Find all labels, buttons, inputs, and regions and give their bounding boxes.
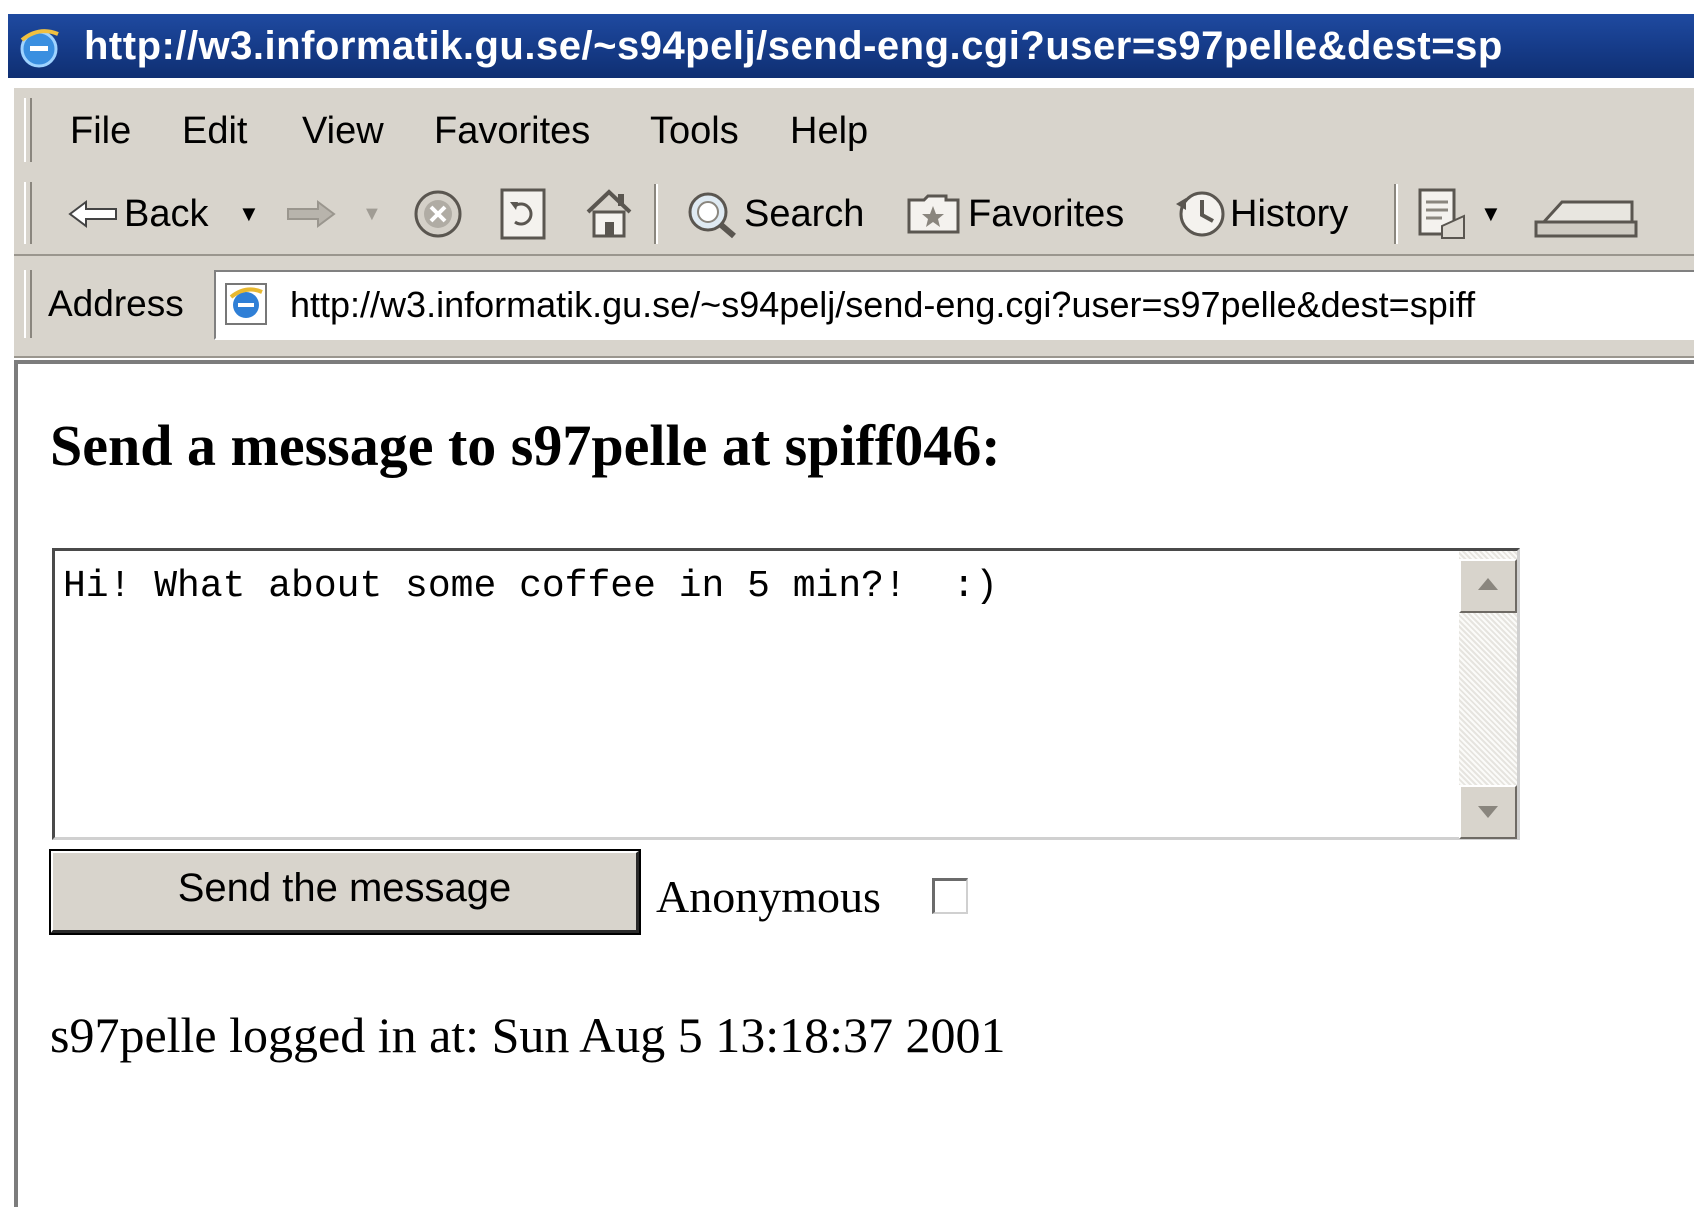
favorites-button[interactable]: Favorites bbox=[906, 174, 1146, 254]
history-label: History bbox=[1230, 193, 1349, 235]
message-scrollbar[interactable] bbox=[1459, 551, 1517, 839]
history-icon bbox=[1176, 191, 1225, 237]
scroll-up-arrow-icon bbox=[1478, 578, 1498, 590]
search-icon bbox=[688, 192, 736, 239]
message-textarea[interactable]: Hi! What about some coffee in 5 min?! :) bbox=[63, 565, 1433, 825]
internet-explorer-icon bbox=[20, 29, 59, 68]
window-title: http://w3.informatik.gu.se/~s94pelj/send… bbox=[84, 24, 1503, 68]
menu-help[interactable]: Help bbox=[790, 88, 868, 174]
menu-edit[interactable]: Edit bbox=[182, 88, 247, 174]
menu-file[interactable]: File bbox=[70, 88, 131, 174]
window-title-bar[interactable]: http://w3.informatik.gu.se/~s94pelj/send… bbox=[8, 14, 1694, 78]
page-heading: Send a message to s97pelle at spiff046: bbox=[50, 413, 1001, 478]
back-arrow-icon bbox=[68, 200, 117, 228]
address-label: Address bbox=[48, 283, 184, 324]
address-bar: Address http://w3.informatik.gu.se/~s94p… bbox=[14, 256, 1694, 358]
toolbar-separator bbox=[654, 184, 658, 244]
page-ie-icon bbox=[225, 283, 267, 325]
forward-button[interactable]: ▼ bbox=[284, 174, 394, 254]
forward-arrow-icon bbox=[287, 200, 336, 228]
menu-favorites[interactable]: Favorites bbox=[434, 88, 590, 174]
mail-dropdown-icon[interactable]: ▼ bbox=[1480, 174, 1502, 254]
back-button[interactable]: Back ▼ bbox=[68, 174, 268, 254]
scroll-down-arrow-icon bbox=[1478, 806, 1498, 818]
menu-tools[interactable]: Tools bbox=[650, 88, 739, 174]
refresh-icon[interactable] bbox=[498, 186, 548, 242]
favorites-folder-icon bbox=[907, 194, 960, 234]
standard-toolbar: Back ▼ ▼ Search Favorites History ▼ bbox=[14, 174, 1694, 256]
stop-icon[interactable] bbox=[410, 188, 466, 240]
history-button[interactable]: History bbox=[1172, 174, 1382, 254]
favorites-label: Favorites bbox=[968, 193, 1125, 235]
home-icon[interactable] bbox=[582, 184, 636, 242]
forward-dropdown-icon[interactable]: ▼ bbox=[362, 174, 382, 254]
login-status-text: s97pelle logged in at: Sun Aug 5 13:18:3… bbox=[50, 1007, 1006, 1063]
address-url: http://w3.informatik.gu.se/~s94pelj/send… bbox=[290, 284, 1476, 325]
address-input[interactable]: http://w3.informatik.gu.se/~s94pelj/send… bbox=[214, 270, 1694, 340]
search-label: Search bbox=[744, 193, 865, 235]
toolbar-separator bbox=[1394, 184, 1398, 244]
address-bar-grip[interactable] bbox=[24, 270, 32, 338]
scroll-up-button[interactable] bbox=[1459, 559, 1517, 613]
mail-icon bbox=[1418, 188, 1465, 239]
menu-bar: File Edit View Favorites Tools Help bbox=[14, 86, 1694, 176]
anonymous-checkbox[interactable] bbox=[932, 878, 968, 914]
toolbar-grip[interactable] bbox=[24, 182, 32, 244]
send-message-button[interactable]: Send the message bbox=[49, 849, 641, 935]
menu-bar-grip[interactable] bbox=[24, 98, 32, 162]
message-textarea-frame: Hi! What about some coffee in 5 min?! :) bbox=[52, 548, 1520, 840]
menu-view[interactable]: View bbox=[302, 88, 384, 174]
back-label: Back bbox=[124, 193, 209, 235]
mail-button[interactable]: ▼ bbox=[1416, 174, 1512, 254]
print-icon[interactable] bbox=[1522, 190, 1642, 240]
anonymous-label: Anonymous bbox=[656, 871, 881, 922]
scroll-down-button[interactable] bbox=[1459, 785, 1517, 839]
back-dropdown-icon[interactable]: ▼ bbox=[238, 174, 260, 254]
search-button[interactable]: Search bbox=[682, 174, 882, 254]
